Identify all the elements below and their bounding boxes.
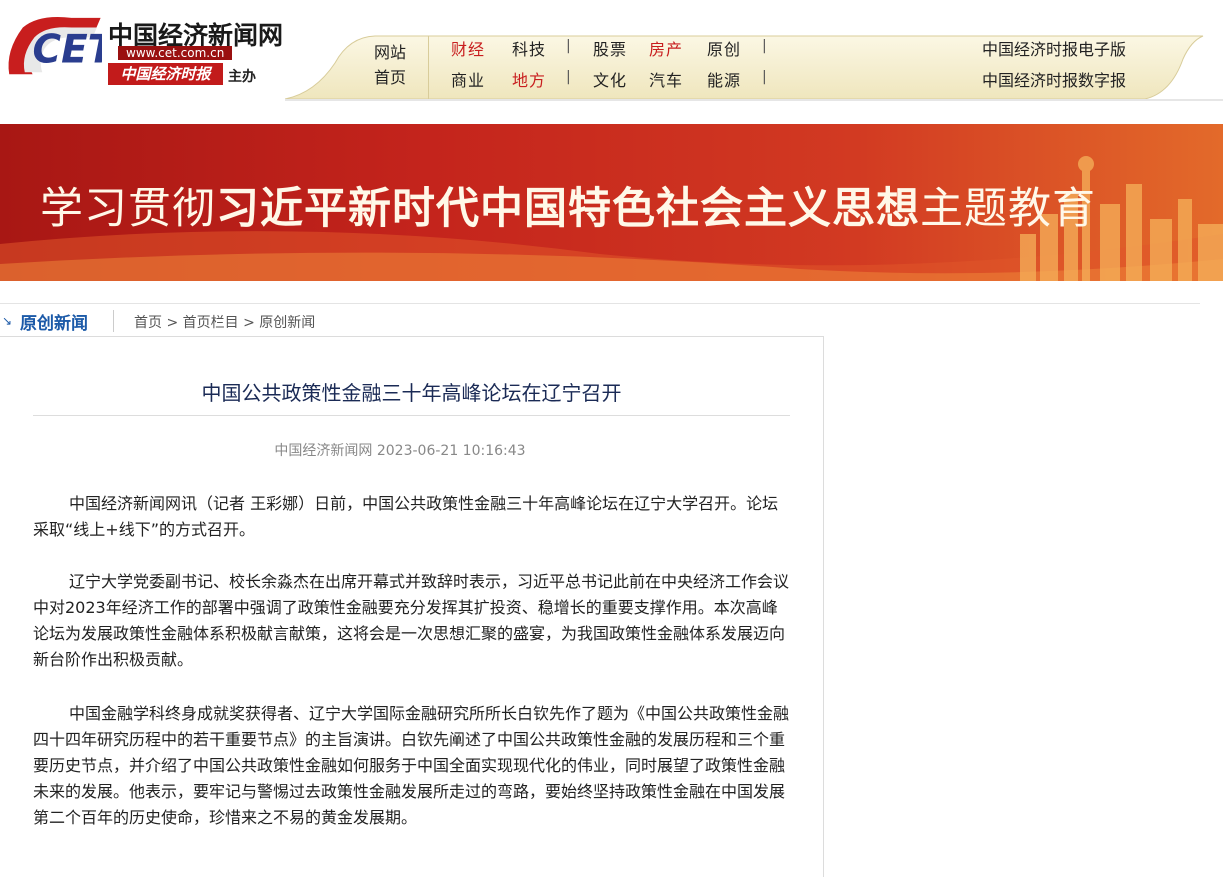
nav-separator: |	[762, 69, 767, 85]
nav-finance[interactable]: 财经	[451, 36, 485, 60]
article-title: 中国公共政策性金融三十年高峰论坛在辽宁召开	[201, 381, 622, 405]
logo-paper-name: 中国经济时报	[108, 63, 223, 85]
article-paragraph: 中国金融学科终身成就奖获得者、辽宁大学国际金融研究所所长白钦先作了题为《中国公共…	[33, 704, 790, 827]
nav-separator: |	[762, 38, 767, 54]
nav-epaper-link[interactable]: 中国经济时报电子版	[982, 36, 1126, 60]
logo-url: www.cet.com.cn	[118, 46, 233, 60]
logo-host: 主办	[228, 69, 256, 85]
site-logo[interactable]: CET 中国经济新闻网 www.cet.com.cn 中国经济时报 主办	[0, 8, 290, 88]
home-label-1: 网站	[373, 43, 406, 62]
banner-text-end: 主题教育	[920, 184, 1096, 234]
nav-digital-paper-link[interactable]: 中国经济时报数字报	[982, 67, 1126, 91]
nav-local[interactable]: 地方	[512, 67, 546, 91]
divider	[113, 310, 114, 332]
site-header: CET 中国经济新闻网 www.cet.com.cn 中国经济时报 主办 网站 …	[0, 0, 1223, 108]
section-title[interactable]: 原创新闻	[20, 309, 88, 334]
nav-original[interactable]: 原创	[707, 36, 741, 60]
svg-text:CET: CET	[33, 28, 102, 73]
nav-energy[interactable]: 能源	[707, 67, 741, 91]
section-arrow-icon: ↘	[2, 314, 13, 328]
article-paragraph: 中国经济新闻网讯（记者 王彩娜）日前，中国公共政策性金融三十年高峰论坛在辽宁大学…	[33, 494, 779, 539]
nav-real-estate[interactable]: 房产	[649, 36, 683, 60]
nav-stocks[interactable]: 股票	[593, 36, 627, 60]
theme-banner[interactable]: 学习贯彻习近平新时代中国特色社会主义思想主题教育	[0, 124, 1223, 281]
cet-logo-icon: CET	[8, 16, 102, 75]
nav-separator: |	[566, 69, 571, 85]
nav-auto[interactable]: 汽车	[649, 67, 683, 91]
breadcrumb[interactable]: 首页 > 首页栏目 > 原创新闻	[134, 312, 315, 332]
banner-slogan: 学习贯彻习近平新时代中国特色社会主义思想主题教育	[40, 174, 1096, 236]
home-label-2: 首页	[373, 68, 406, 87]
nav-tech[interactable]: 科技	[512, 36, 546, 60]
article-paragraph: 辽宁大学党委副书记、校长余淼杰在出席开幕式并致辞时表示，习近平总书记此前在中央经…	[33, 572, 790, 669]
home-button[interactable]: 网站 首页	[352, 36, 428, 98]
divider	[33, 415, 790, 416]
divider	[0, 303, 1200, 304]
banner-text-bold: 习近平新时代中国特色社会主义思想	[216, 184, 920, 234]
nav-business[interactable]: 商业	[451, 67, 485, 91]
nav-separator: |	[566, 38, 571, 54]
article-meta: 中国经济新闻网 2023-06-21 10:16:43	[274, 443, 526, 459]
banner-text-light: 学习贯彻	[40, 184, 216, 234]
nav-culture[interactable]: 文化	[593, 67, 627, 91]
